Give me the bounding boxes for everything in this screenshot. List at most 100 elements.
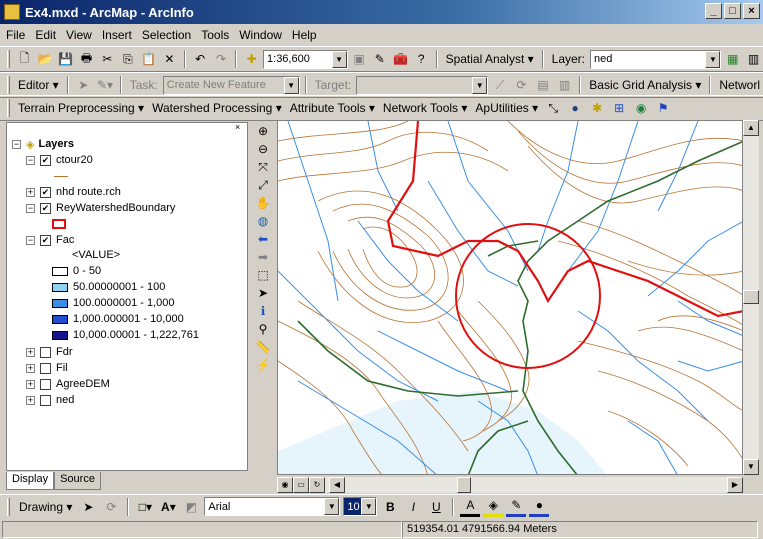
fixed-zoom-in-icon[interactable]: ⤧ (254, 158, 272, 176)
underline-button[interactable]: U (426, 497, 446, 517)
aputilities-menu[interactable]: ApUtilities ▾ (472, 101, 541, 115)
sketch-props-icon[interactable]: ▥ (555, 75, 575, 95)
drawing-menu[interactable]: Drawing ▾ (16, 500, 75, 514)
rotate-icon[interactable]: ⟳ (512, 75, 532, 95)
whats-this-icon[interactable]: ? (412, 49, 431, 69)
terrain-preprocessing-menu[interactable]: Terrain Preprocessing ▾ (15, 101, 147, 115)
tab-source[interactable]: Source (54, 472, 101, 490)
sketch-tool-icon[interactable]: ✎▾ (95, 75, 115, 95)
full-extent-icon[interactable]: ◍ (254, 212, 272, 230)
paste-icon[interactable]: 📋 (139, 49, 158, 69)
flow-path-icon[interactable]: ⤡ (543, 98, 563, 118)
menu-tools[interactable]: Tools (201, 28, 229, 42)
refresh-icon[interactable]: ↻ (309, 477, 325, 493)
data-view-icon[interactable]: ◉ (277, 477, 293, 493)
toc-layer-fil[interactable]: + Fil (26, 360, 68, 376)
editor-toolbar-icon[interactable]: ✎ (370, 49, 389, 69)
menu-window[interactable]: Window (239, 28, 282, 42)
font-color-icon[interactable]: A (460, 497, 481, 517)
horizontal-scroll-thumb[interactable] (457, 477, 471, 493)
toc-layer-ctour20[interactable]: − ✔ ctour20 (26, 152, 93, 168)
map-horizontal-scrollbar[interactable]: ◉ ▭ ↻ ◀ ▶ (277, 477, 743, 493)
menu-insert[interactable]: Insert (102, 28, 132, 42)
undo-icon[interactable]: ↶ (191, 49, 210, 69)
rotate-icon[interactable]: ⟳ (101, 497, 121, 517)
network-tools-menu[interactable]: Network Tools ▾ (380, 101, 471, 115)
expand-icon[interactable]: + (26, 395, 35, 405)
find-icon[interactable]: ⚲ (254, 320, 272, 338)
toc-layer-agreedem[interactable]: + AgreeDEM (26, 376, 110, 392)
layer-checkbox[interactable] (40, 378, 51, 390)
scale-combo[interactable]: 1:36,600 ▼ (263, 49, 348, 69)
globe-icon[interactable]: ◉ (631, 98, 651, 118)
print-icon[interactable]: 🖶 (77, 49, 96, 69)
layer-checkbox[interactable] (40, 362, 51, 374)
arctoolbox-icon[interactable]: 🧰 (391, 49, 410, 69)
attribute-tools-menu[interactable]: Attribute Tools ▾ (287, 101, 378, 115)
watershed-processing-menu[interactable]: Watershed Processing ▾ (149, 101, 285, 115)
toc-close-icon[interactable]: × (235, 122, 240, 132)
scroll-down-icon[interactable]: ▼ (743, 459, 759, 475)
italic-button[interactable]: I (403, 497, 423, 517)
forward-extent-icon[interactable]: ➡ (254, 248, 272, 266)
zoom-in-icon[interactable]: ⊕ (254, 122, 272, 140)
collapse-icon[interactable]: − (12, 139, 21, 149)
close-button[interactable]: × (743, 3, 760, 19)
measure-icon[interactable]: 📏 (254, 338, 272, 356)
fill-color-icon[interactable]: ◈ (483, 497, 504, 517)
back-extent-icon[interactable]: ⬅ (254, 230, 272, 248)
scroll-up-icon[interactable]: ▲ (743, 120, 759, 136)
select-elements-icon[interactable]: ➤ (78, 497, 98, 517)
rectangle-icon[interactable]: □▾ (135, 497, 155, 517)
attributes-icon[interactable]: ▤ (533, 75, 553, 95)
open-icon[interactable]: 📂 (36, 49, 55, 69)
edit-tool-icon[interactable]: ➤ (74, 75, 94, 95)
toc-layer-fdr[interactable]: + Fdr (26, 344, 73, 360)
marker-color-icon[interactable]: ● (529, 497, 550, 517)
batch-point-icon[interactable]: ✱ (587, 98, 607, 118)
maximize-button[interactable]: □ (724, 3, 741, 19)
scroll-right-icon[interactable]: ▶ (727, 477, 743, 493)
redo-icon[interactable]: ↷ (212, 49, 231, 69)
delete-icon[interactable]: ✕ (160, 49, 179, 69)
layer-checkbox[interactable] (40, 346, 51, 358)
menu-selection[interactable]: Selection (142, 28, 191, 42)
collapse-icon[interactable]: − (26, 155, 35, 165)
basic-grid-analysis-menu[interactable]: Basic Grid Analysis ▾ (586, 78, 704, 92)
toc-layer-fac[interactable]: − ✔ Fac (26, 232, 74, 248)
map-icon[interactable]: ▣ (350, 49, 369, 69)
scroll-left-icon[interactable]: ◀ (329, 477, 345, 493)
bold-button[interactable]: B (380, 497, 400, 517)
map-vertical-scrollbar[interactable]: ▲ ▼ (743, 120, 759, 475)
save-icon[interactable]: 💾 (56, 49, 75, 69)
minimize-button[interactable]: _ (705, 3, 722, 19)
split-icon[interactable]: ⟋ (490, 75, 510, 95)
zoom-out-icon[interactable]: ⊖ (254, 140, 272, 158)
add-data-icon[interactable]: ✚ (242, 49, 261, 69)
font-combo[interactable]: Arial ▼ (204, 497, 341, 516)
line-color-icon[interactable]: ✎ (506, 497, 527, 517)
layout-view-icon[interactable]: ▭ (293, 477, 309, 493)
menu-file[interactable]: File (6, 28, 25, 42)
layer-checkbox[interactable] (40, 394, 51, 406)
raster-calc-icon[interactable]: ▦ (723, 49, 742, 69)
pan-icon[interactable]: ✋ (254, 194, 272, 212)
fixed-zoom-out-icon[interactable]: ⤢ (254, 176, 272, 194)
spatial-analyst-menu[interactable]: Spatial Analyst ▾ (443, 52, 537, 66)
map-display[interactable] (277, 120, 743, 475)
menu-edit[interactable]: Edit (35, 28, 56, 42)
cut-icon[interactable]: ✂ (98, 49, 117, 69)
expand-icon[interactable]: + (26, 347, 35, 357)
menu-help[interactable]: Help (292, 28, 317, 42)
toc-layer-watershed-boundary[interactable]: − ✔ ReyWatershedBoundary (26, 200, 175, 216)
point-delineation-icon[interactable]: ● (565, 98, 585, 118)
flag-icon[interactable]: ⚑ (653, 98, 673, 118)
toc-root[interactable]: − ◈ Layers (12, 136, 74, 152)
select-elements-icon[interactable]: ➤ (254, 284, 272, 302)
layer-checkbox[interactable]: ✔ (40, 186, 51, 198)
collapse-icon[interactable]: − (26, 235, 35, 245)
callout-icon[interactable]: ◩ (181, 497, 201, 517)
layer-checkbox[interactable]: ✔ (40, 234, 51, 246)
select-features-icon[interactable]: ⬚ (254, 266, 272, 284)
task-combo[interactable]: Create New Feature ▼ (162, 75, 300, 95)
